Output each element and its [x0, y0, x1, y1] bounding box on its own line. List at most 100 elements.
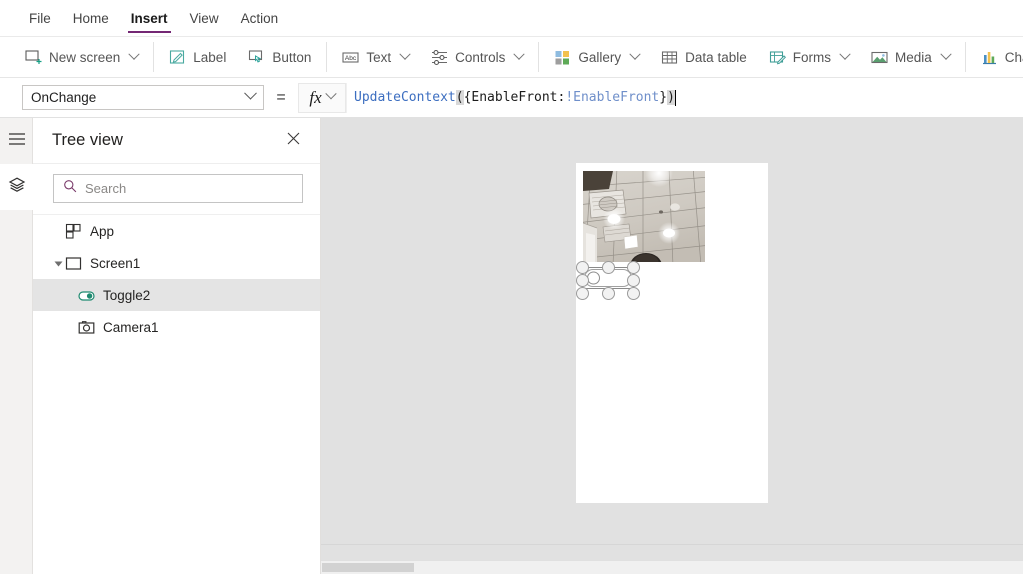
text-icon: Abc [342, 49, 359, 66]
horizontal-scrollbar-thumb[interactable] [322, 563, 414, 572]
menu-tab-label: View [189, 10, 219, 26]
formula-input[interactable]: UpdateContext({EnableFront: !EnableFront}… [346, 82, 1023, 113]
hamburger-menu-button[interactable] [0, 118, 33, 164]
screen-icon [65, 255, 82, 272]
tree-item-camera1[interactable]: Camera1 [33, 311, 320, 343]
close-button[interactable] [280, 128, 306, 154]
workspace: Tree view Search App Screen1 Toggle2 Cam… [0, 118, 1023, 574]
formula-token-close-brace: } [659, 90, 668, 105]
resize-handle-middle-right[interactable] [627, 274, 640, 287]
text-cursor [674, 89, 676, 106]
tree-item-app[interactable]: App [33, 215, 320, 247]
ribbon-label-button[interactable]: Label [158, 41, 237, 73]
search-placeholder: Search [85, 181, 127, 196]
menu-tab-view[interactable]: View [179, 0, 230, 36]
layers-icon [8, 176, 26, 199]
ribbon-forms-button[interactable]: Forms [758, 41, 860, 73]
ribbon-divider [153, 42, 155, 72]
resize-handle-top-right[interactable] [627, 261, 640, 274]
ribbon-item-label: Data table [685, 49, 747, 65]
formula-token-open-paren: ( [455, 90, 464, 105]
hamburger-menu-icon [8, 132, 26, 151]
property-dropdown[interactable]: OnChange [22, 85, 264, 110]
ribbon-text-button[interactable]: Abc Text [331, 41, 420, 73]
canvas-area[interactable] [321, 118, 1023, 574]
menu-tab-home[interactable]: Home [62, 0, 120, 36]
new-screen-icon [25, 49, 42, 66]
ribbon-item-label: New screen [49, 49, 121, 65]
tree-view-list: App Screen1 Toggle2 Camera1 [33, 215, 320, 343]
tree-view-panel: Tree view Search App Screen1 Toggle2 Cam… [33, 118, 321, 574]
ribbon-chart-button[interactable]: Chart [970, 41, 1023, 73]
menu-tab-label: File [29, 10, 51, 26]
tree-view-title: Tree view [52, 131, 123, 149]
horizontal-scrollbar[interactable] [321, 560, 1023, 574]
tree-view-toggle-button[interactable] [0, 164, 33, 210]
property-dropdown-value: OnChange [31, 90, 97, 105]
chevron-down-icon [128, 48, 140, 60]
formula-bar: OnChange = fx UpdateContext({EnableFront… [0, 78, 1023, 118]
fx-button[interactable]: fx [298, 82, 346, 113]
expand-collapse-arrow-icon[interactable] [52, 259, 65, 268]
ribbon-item-label: Gallery [578, 49, 622, 65]
chevron-down-icon [629, 48, 641, 60]
resize-handle-bottom-left[interactable] [576, 287, 589, 300]
ribbon-item-label: Label [193, 49, 227, 65]
search-input[interactable]: Search [53, 174, 303, 203]
resize-handle-bottom-center[interactable] [601, 287, 615, 300]
resize-handle-top-center[interactable] [601, 261, 615, 274]
forms-icon [769, 49, 786, 66]
formula-token-record-key: {EnableFront: [463, 90, 566, 105]
resize-handle-top-left[interactable] [576, 261, 589, 274]
ribbon-item-label: Forms [792, 49, 831, 65]
ribbon-divider [538, 42, 540, 72]
fx-icon: fx [309, 87, 322, 107]
ribbon-divider [326, 42, 328, 72]
menu-tab-file[interactable]: File [18, 0, 62, 36]
media-icon [871, 49, 888, 66]
ribbon-new-screen-button[interactable]: New screen [14, 41, 149, 73]
chevron-down-icon [839, 48, 851, 60]
controls-icon [431, 49, 448, 66]
tree-view-header: Tree view [33, 118, 320, 164]
ribbon-toolbar: New screen Label Button Abc Text Control… [0, 36, 1023, 78]
ribbon-item-label: Text [366, 49, 392, 65]
app-screen-canvas[interactable] [576, 163, 768, 503]
ribbon-button-button[interactable]: Button [237, 41, 322, 73]
equals-sign: = [276, 88, 286, 106]
tree-item-label: Screen1 [90, 255, 141, 271]
ribbon-gallery-button[interactable]: Gallery [543, 41, 650, 73]
menu-tab-insert[interactable]: Insert [120, 0, 179, 36]
menu-bar: File Home Insert View Action [0, 0, 1023, 36]
left-rail [0, 118, 33, 574]
resize-handle-middle-left[interactable] [576, 274, 589, 287]
ribbon-media-button[interactable]: Media [860, 41, 961, 73]
camera-feed-image [583, 171, 705, 262]
menu-tab-label: Action [240, 10, 279, 26]
ribbon-divider [964, 42, 966, 72]
chevron-down-icon [244, 86, 257, 100]
tree-search-container: Search [33, 164, 320, 215]
chevron-down-icon [324, 87, 337, 99]
ribbon-item-label: Button [272, 49, 312, 65]
ribbon-item-label: Controls [455, 49, 506, 65]
ribbon-controls-button[interactable]: Controls [420, 41, 534, 73]
resize-handle-bottom-right[interactable] [627, 287, 640, 300]
menu-tab-label: Home [72, 10, 109, 26]
toggle-icon [78, 287, 95, 304]
ribbon-item-label: Chart [1004, 49, 1023, 65]
ribbon-data-table-button[interactable]: Data table [650, 41, 758, 73]
menu-tab-label: Insert [130, 10, 168, 26]
formula-token-function: UpdateContext [354, 90, 456, 105]
ribbon-item-label: Media [894, 49, 932, 65]
chevron-down-icon [513, 48, 526, 60]
menu-tab-action[interactable]: Action [230, 0, 290, 36]
formula-token-identifier: !EnableFront [565, 90, 660, 105]
tree-item-toggle2[interactable]: Toggle2 [33, 279, 320, 311]
tree-item-screen1[interactable]: Screen1 [33, 247, 320, 279]
camera-control-preview[interactable] [583, 171, 705, 262]
formula-token-close-paren: ) [667, 90, 675, 105]
tree-item-label: Toggle2 [103, 287, 151, 303]
chart-icon [981, 49, 998, 66]
toggle-control-selection[interactable] [576, 261, 640, 300]
